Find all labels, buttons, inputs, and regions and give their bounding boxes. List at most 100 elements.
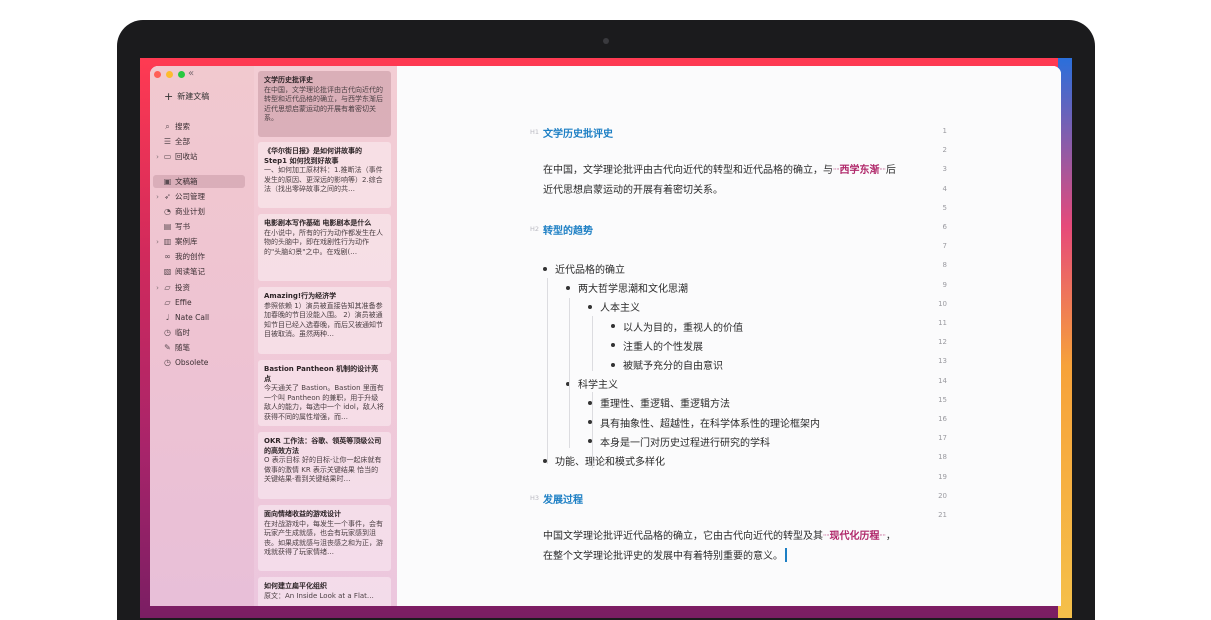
- chevron-right-icon[interactable]: ›: [153, 284, 162, 292]
- doc-card[interactable]: 电影剧本写作基础 电影剧本是什么 在小说中，所有的行为动作都发生在人物的头脑中，即…: [258, 214, 391, 281]
- sidebar-item-label: Obsolete: [175, 358, 209, 367]
- heading-2[interactable]: 转型的趋势: [543, 222, 593, 237]
- clock-icon: ◷: [164, 358, 171, 367]
- list-item[interactable]: 两大哲学思潮和文化思潮: [566, 280, 688, 295]
- camera-icon: [603, 38, 609, 44]
- line-number: 10: [938, 299, 947, 308]
- doc-card-title: Bastion Pantheon 机制的设计亮点: [264, 365, 379, 383]
- bullet-icon: [588, 304, 592, 309]
- para1-text-b: 后: [885, 165, 896, 176]
- sidebar-item-8[interactable]: ∞ 我的创作: [153, 250, 245, 263]
- para2-text-a: 中国文学理论批评近代品格的确立，它由古代向近代的转型及其: [543, 531, 823, 542]
- bullet-icon: [611, 324, 615, 329]
- line-number: 11: [938, 319, 947, 327]
- heading-1[interactable]: 文学历史批评史: [543, 125, 613, 140]
- close-button[interactable]: [154, 71, 161, 78]
- list-item[interactable]: 以人为目的，重视人的价值: [611, 319, 743, 334]
- list-item[interactable]: 具有抽象性、超越性，在科学体系性的理论框架内: [588, 415, 820, 430]
- sidebar-item-label: 商业计划: [175, 207, 205, 216]
- para1-text-a: 在中国，文学理论批评由古代向近代的转型和近代品格的确立，与: [543, 165, 833, 176]
- sidebar-item-label: 投资: [175, 283, 190, 292]
- list-item[interactable]: 被赋予充分的自由意识: [611, 357, 723, 372]
- reading-icon: ▧: [163, 267, 172, 276]
- indent-guide: [592, 392, 593, 468]
- sidebar-item-label: 阅读笔记: [175, 267, 205, 276]
- h1-marker: H1: [530, 128, 540, 136]
- sidebar-item-15[interactable]: ◷ Obsolete: [153, 356, 245, 369]
- sidebar-item-5[interactable]: ◔ 商业计划: [153, 205, 245, 218]
- doc-card-preview: 一、如何加工原材料：1.推断法（事件发生的原因、更深远的影响等）2.综合法（找出…: [264, 166, 383, 193]
- doc-card-preview: 原文：An Inside Look at a Flat…: [264, 591, 374, 600]
- list-item-text: 被赋予充分的自由意识: [623, 361, 723, 372]
- line-number: 4: [942, 184, 947, 193]
- app-window: « + 新建文稿 ⌕ 搜索 ☰ 全部 › ▭ 回收站 ▣ 文稿箱 › ➶ 公司管理 ◔ 商业计划 ▤ 写书 › ▥…: [150, 66, 1061, 606]
- chevron-right-icon[interactable]: ›: [153, 153, 162, 161]
- gauge-icon: ◔: [164, 207, 171, 216]
- doc-card[interactable]: 《华尔街日报》是如何讲故事的Step1 如何找到好故事 一、如何加工原材料：1.推…: [258, 142, 391, 208]
- pen-icon: ✎: [164, 343, 171, 352]
- sidebar-item-13[interactable]: ◷ 临时: [153, 326, 245, 339]
- sidebar-item-6[interactable]: ▤ 写书: [153, 220, 245, 233]
- list-item-text: 人本主义: [600, 303, 640, 315]
- sidebar-item-2[interactable]: › ▭ 回收站: [153, 150, 245, 163]
- sidebar-item-10[interactable]: › ▱ 投资: [153, 281, 245, 294]
- line-number: 20: [938, 491, 947, 500]
- line-number: 13: [938, 357, 947, 366]
- doc-card-title: Amazing!行为经济学: [264, 292, 337, 300]
- sidebar-item-label: 搜索: [175, 122, 190, 131]
- sidebar-item-label: Nate Call: [175, 313, 210, 322]
- list-item-text: 注重人的个性发展: [623, 341, 703, 353]
- mic-icon: ♩: [165, 313, 170, 322]
- sidebar-item-1[interactable]: ☰ 全部: [153, 135, 245, 148]
- line-number: 14: [938, 376, 947, 385]
- chevron-right-icon[interactable]: ›: [153, 238, 162, 246]
- minimize-button[interactable]: [166, 71, 173, 78]
- collapse-sidebar-icon[interactable]: «: [188, 68, 194, 79]
- paragraph-1[interactable]: 在中国，文学理论批评由古代向近代的转型和近代品格的确立，与""西学东渐""后 近…: [543, 161, 896, 200]
- doc-card[interactable]: Bastion Pantheon 机制的设计亮点 今天通关了 Bastion。Ba…: [258, 360, 391, 426]
- sidebar-item-label: 回收站: [175, 152, 198, 161]
- heading-3[interactable]: 发展过程: [543, 491, 583, 506]
- sidebar-item-12[interactable]: ♩ Nate Call: [153, 311, 245, 324]
- line-number: 9: [942, 280, 947, 289]
- list-item-text: 科学主义: [578, 380, 618, 392]
- paragraph-2[interactable]: 中国文学理论批评近代品格的确立，它由古代向近代的转型及其""现代化历程""， 在…: [543, 527, 896, 566]
- sidebar-item-3[interactable]: ▣ 文稿箱: [153, 175, 245, 188]
- doc-card[interactable]: Amazing!行为经济学 参照依赖 1）演员被直接告知其准备参加春晚的节目没能入…: [258, 287, 391, 354]
- list-item[interactable]: 近代品格的确立: [543, 261, 625, 276]
- list-item[interactable]: 重理性、重逻辑、重逻辑方法: [588, 395, 730, 410]
- list-item[interactable]: 科学主义: [566, 376, 618, 391]
- list-item-text: 两大哲学思潮和文化思潮: [578, 284, 688, 296]
- sidebar-item-0[interactable]: ⌕ 搜索: [153, 120, 245, 133]
- doc-card[interactable]: OKR 工作法：谷歌、领英等顶级公司的高效方法 O 表示目标 好的目标-让你一起床…: [258, 432, 391, 499]
- sidebar-item-4[interactable]: › ➶ 公司管理: [153, 190, 245, 203]
- editor[interactable]: 1 2 3 4 5 6 7 8 9 10 11 12 13 14 15 16 17 18 19 20 21 H1 文学历…: [397, 66, 1061, 606]
- sidebar-item-11[interactable]: ▱ Effie: [153, 296, 245, 309]
- line-number: 21: [938, 511, 947, 519]
- bullet-icon: [566, 285, 570, 290]
- zoom-button[interactable]: [178, 71, 185, 78]
- sidebar-item-label: 案例库: [175, 237, 198, 246]
- line-number: 12: [938, 338, 947, 347]
- new-doc-button[interactable]: + 新建文稿: [164, 91, 209, 102]
- doc-card-title: 电影剧本写作基础 电影剧本是什么: [264, 219, 372, 227]
- sidebar-item-9[interactable]: ▧ 阅读笔记: [153, 265, 245, 278]
- doc-card[interactable]: 文学历史批评史 在中国，文学理论批评由古代向近代的转型和近代品格的确立，与西学东渐…: [258, 71, 391, 137]
- line-number: 18: [938, 453, 947, 462]
- list-item[interactable]: 注重人的个性发展: [611, 338, 703, 353]
- indent-guide: [547, 278, 548, 464]
- list-item-text: 重理性、重逻辑、重逻辑方法: [600, 399, 730, 411]
- search-icon: ⌕: [165, 121, 170, 131]
- sidebar-item-7[interactable]: › ▥ 案例库: [153, 235, 245, 248]
- h3-marker: H3: [530, 494, 540, 502]
- list-item[interactable]: 功能、理论和模式多样化: [543, 453, 665, 468]
- line-number: 16: [938, 415, 947, 423]
- bullet-icon: [543, 266, 547, 271]
- list-item[interactable]: 人本主义: [588, 299, 640, 314]
- list-item[interactable]: 本身是一门对历史过程进行研究的学科: [588, 434, 770, 449]
- doc-card-title: OKR 工作法：谷歌、领英等顶级公司的高效方法: [264, 437, 382, 455]
- chevron-right-icon[interactable]: ›: [153, 193, 162, 201]
- sidebar-item-14[interactable]: ✎ 随笔: [153, 341, 245, 354]
- para2-line2: 在整个文学理论批评史的发展中有着特别重要的意义。: [543, 551, 783, 562]
- doc-card[interactable]: 面向情绪收益的游戏设计 在对战游戏中，每发生一个事件，会有玩家产生成就感，也会有玩…: [258, 505, 391, 571]
